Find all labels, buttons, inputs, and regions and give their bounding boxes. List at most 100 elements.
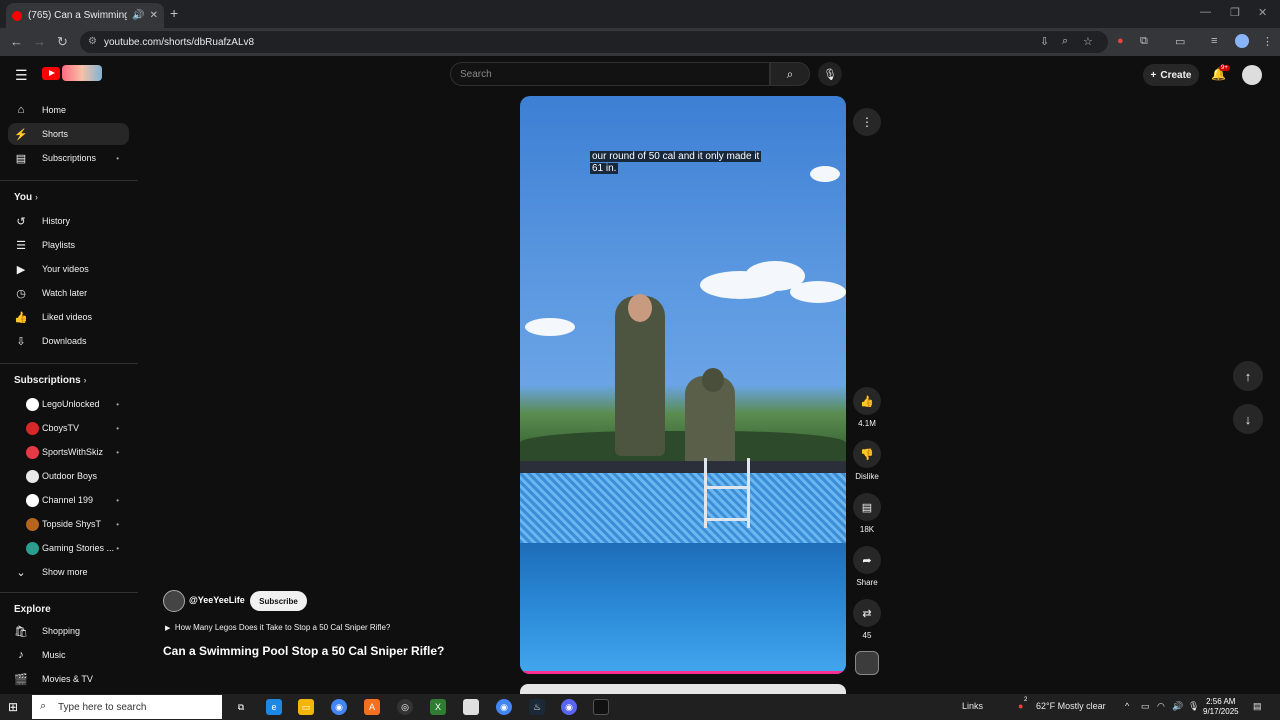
sidebar-item-subscriptions[interactable]: ▤ Subscriptions • (8, 147, 129, 169)
sidebar-item-liked-videos[interactable]: 👍 Liked videos (8, 306, 129, 328)
sidebar-item-label: LegoUnlocked (42, 399, 100, 409)
app-icon[interactable]: ◎ (397, 699, 413, 715)
minimize-icon[interactable]: — (1200, 6, 1211, 18)
notifications-icon[interactable]: ▤ (1253, 701, 1262, 712)
youtube-logo-icon[interactable] (42, 67, 60, 80)
wifi-icon[interactable]: ◠ (1157, 701, 1165, 712)
app-icon[interactable]: A (364, 699, 380, 715)
chrome-icon[interactable]: ◉ (496, 699, 512, 715)
next-short-preview[interactable] (520, 684, 846, 694)
zoom-icon[interactable]: ⌕ (1062, 35, 1068, 48)
sidebar-item-shopping[interactable]: 🛍 Shopping (8, 620, 129, 642)
windows-start-icon[interactable]: ⊞ (8, 700, 18, 714)
like-button[interactable]: 👍 4.1M (853, 387, 881, 428)
subscriptions-section-header[interactable]: Subscriptions › (14, 375, 86, 386)
app-icon[interactable] (593, 699, 609, 715)
browser-profile-avatar[interactable] (1235, 34, 1249, 48)
maximize-icon[interactable]: ❐ (1230, 6, 1240, 19)
subscribe-button[interactable]: Subscribe (250, 591, 307, 611)
show-hidden-icons-icon[interactable]: ^ (1125, 701, 1129, 711)
extensions-puzzle-icon[interactable]: ⧉ (1140, 35, 1148, 48)
hamburger-menu-icon[interactable]: ☰ (15, 67, 28, 84)
cast-icon[interactable]: ▭ (1175, 35, 1185, 48)
sidebar-channel-sportswithskiz[interactable]: SportsWithSkiz • (8, 441, 129, 463)
site-info-icon[interactable]: ⚙ (88, 36, 97, 47)
sidebar-item-playlists[interactable]: ☰ Playlists (8, 234, 129, 256)
file-explorer-icon[interactable]: ▭ (298, 699, 314, 715)
dislike-button[interactable]: 👎 Dislike (853, 440, 881, 481)
sidebar-channel-gaming-stories[interactable]: Gaming Stories ... • (8, 537, 129, 559)
close-window-icon[interactable]: ✕ (1258, 6, 1267, 19)
youtube-doodle[interactable] (62, 65, 102, 81)
install-app-icon[interactable]: ⇩ (1040, 35, 1049, 48)
chrome-icon[interactable]: ◉ (331, 699, 347, 715)
edge-icon[interactable]: e (266, 699, 282, 715)
clock-time: 2:56 AM (1206, 697, 1236, 706)
tab-audio-icon[interactable]: 🔊 (132, 10, 144, 21)
sidebar-item-movies-tv[interactable]: 🎬 Movies & TV (8, 668, 129, 690)
browser-menu-icon[interactable]: ⋮ (1262, 35, 1273, 48)
sidebar-show-more[interactable]: ⌄ Show more (8, 561, 129, 583)
sidebar-channel-legounlocked[interactable]: LegoUnlocked • (8, 393, 129, 415)
sidebar-channel-channel-199[interactable]: Channel 199 • (8, 489, 129, 511)
next-short-button[interactable]: ↓ (1233, 404, 1263, 434)
back-icon[interactable]: ← (10, 34, 23, 49)
you-section-header[interactable]: You › (14, 192, 38, 203)
sidebar-item-home[interactable]: ⌂ Home (8, 99, 129, 121)
taskbar-search-input[interactable]: ⌕ Type here to search (32, 695, 222, 719)
new-tab-button[interactable]: + (170, 5, 178, 21)
sidebar-channel-cboystv[interactable]: CboysTV • (8, 417, 129, 439)
your-videos-icon: ▶ (16, 263, 26, 276)
sidebar-item-downloads[interactable]: ⇩ Downloads (8, 330, 129, 352)
sidebar-channel-outdoor-boys[interactable]: Outdoor Boys (8, 465, 129, 487)
thumbs-up-icon: 👍 (860, 395, 874, 408)
shorts-video-player[interactable]: our round of 50 cal and it only made it … (520, 96, 846, 674)
sidebar-item-shorts[interactable]: ⚡ Shorts (8, 123, 129, 145)
previous-short-button[interactable]: ↑ (1233, 361, 1263, 391)
create-button[interactable]: + Create (1143, 64, 1199, 86)
sidebar-item-history[interactable]: ↺ History (8, 210, 129, 232)
voice-search-button[interactable]: 🎙 (818, 62, 842, 86)
extension-icon[interactable]: ● (1117, 35, 1124, 47)
system-clock[interactable]: 2:56 AM 9/17/2025 (1203, 697, 1239, 717)
weather-icon[interactable]: ● (1018, 701, 1023, 711)
tray-app-icon[interactable]: ▭ (1141, 701, 1150, 712)
app-icon[interactable]: ◉ (561, 699, 577, 715)
related-video-link[interactable]: ▶ How Many Legos Does it Take to Stop a … (165, 623, 390, 632)
tab-close-icon[interactable]: ✕ (150, 10, 158, 21)
steam-icon[interactable]: ♨ (529, 699, 545, 715)
remix-button[interactable]: ⇄ 45 (853, 599, 881, 640)
reload-icon[interactable]: ↻ (57, 34, 68, 50)
bookmark-star-icon[interactable]: ☆ (1083, 35, 1093, 48)
account-avatar[interactable] (1242, 65, 1262, 85)
share-arrow-icon: ➦ (862, 554, 872, 567)
comments-button[interactable]: ▤ 18K (853, 493, 881, 534)
address-bar[interactable]: ⚙ youtube.com/shorts/dbRuafzALv8 (80, 31, 1108, 53)
channel-thumbnail-icon[interactable] (855, 651, 879, 675)
search-button[interactable]: ⌕ (770, 62, 810, 86)
excel-icon[interactable]: X (430, 699, 446, 715)
sidebar-item-your-videos[interactable]: ▶ Your videos (8, 258, 129, 280)
channel-avatar[interactable] (163, 590, 185, 612)
sidebar-item-music[interactable]: ♪ Music (8, 644, 129, 666)
media-control-icon[interactable]: ≡ (1211, 35, 1217, 47)
sidebar-item-label: Downloads (42, 336, 87, 346)
share-button[interactable]: ➦ Share (853, 546, 881, 587)
links-toolbar[interactable]: Links (962, 701, 983, 711)
notepad-icon[interactable] (463, 699, 479, 715)
channel-handle[interactable]: @YeeYeeLife (189, 595, 245, 605)
volume-icon[interactable]: 🔊 (1172, 701, 1183, 712)
history-icon: ↺ (16, 215, 26, 228)
search-input[interactable]: Search (450, 62, 770, 86)
sidebar-channel-topside-shyst[interactable]: Topside ShysT • (8, 513, 129, 535)
pool-rim (520, 461, 846, 473)
weather-text[interactable]: 62°F Mostly clear (1036, 701, 1106, 711)
sidebar-item-label: Playlists (42, 240, 76, 250)
forward-icon[interactable]: → (33, 34, 46, 49)
more-options-button[interactable]: ⋮ (853, 108, 881, 136)
microphone-tray-icon[interactable]: 🎙 (1188, 701, 1199, 712)
browser-tab[interactable]: (765) Can a Swimming Poo 🔊 ✕ (6, 3, 164, 28)
video-progress-bar[interactable] (520, 671, 846, 674)
task-view-icon[interactable]: ⧉ (233, 699, 249, 715)
sidebar-item-watch-later[interactable]: ◷ Watch later (8, 282, 129, 304)
